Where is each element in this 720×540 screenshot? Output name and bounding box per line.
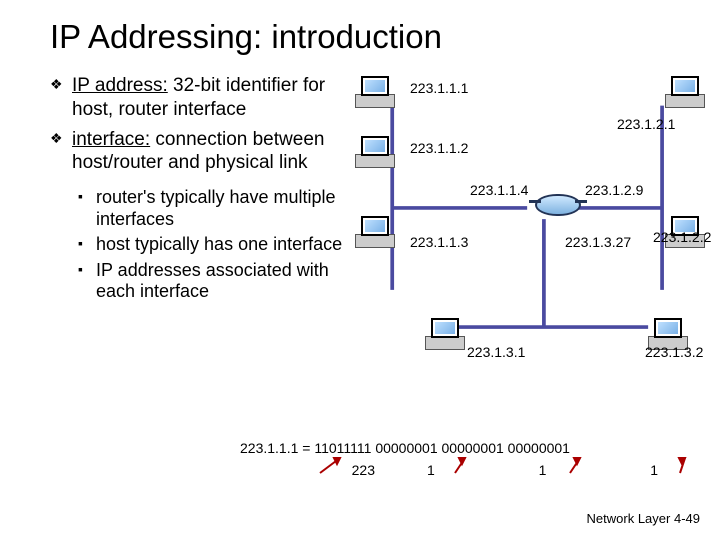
host-left-1: [355, 76, 397, 112]
octet-3: 1: [487, 462, 599, 478]
octet-2: 1: [375, 462, 487, 478]
label-223-1-2-2: 223.1.2.2: [653, 229, 711, 245]
label-223-1-3-27: 223.1.3.27: [565, 234, 631, 250]
label-223-1-1-3: 223.1.1.3: [410, 234, 468, 250]
slide-title: IP Addressing: introduction: [50, 18, 690, 56]
octet-4: 1: [598, 462, 710, 478]
subbullet-1: router's typically have multiple interfa…: [78, 187, 345, 230]
decimal-octets: 223 1 1 1: [240, 462, 710, 478]
host-bottom-left: [425, 318, 467, 354]
octet-1: 223: [240, 462, 375, 478]
binary-breakdown: 223.1.1.1 = 11011111 00000001 00000001 0…: [240, 440, 710, 456]
bullet-ip-address: IP address: 32-bit identifier for host, …: [50, 74, 345, 122]
footer-page: 4-49: [674, 511, 700, 526]
label-223-1-1-1: 223.1.1.1: [410, 80, 468, 96]
label-223-1-2-1: 223.1.2.1: [617, 116, 675, 132]
subbullet-2: host typically has one interface: [78, 234, 345, 256]
footer-section: Network Layer: [587, 511, 671, 526]
host-left-3: [355, 216, 397, 252]
label-223-1-2-9: 223.1.2.9: [585, 182, 643, 198]
bullet-interface: interface: connection between host/route…: [50, 128, 345, 176]
label-223-1-1-2: 223.1.1.2: [410, 140, 468, 156]
host-left-2: [355, 136, 397, 172]
slide-footer: Network Layer 4-49: [587, 511, 700, 526]
subbullet-3: IP addresses associated with each interf…: [78, 260, 345, 303]
router-icon: [535, 194, 581, 216]
term-interface: interface:: [72, 129, 150, 150]
term-ip-address: IP address:: [72, 75, 168, 96]
label-223-1-3-1: 223.1.3.1: [467, 344, 525, 360]
label-223-1-1-4: 223.1.1.4: [470, 182, 528, 198]
host-right-1: [665, 76, 707, 112]
text-column: IP address: 32-bit identifier for host, …: [50, 74, 345, 394]
label-223-1-3-2: 223.1.3.2: [645, 344, 703, 360]
network-diagram: 223.1.1.1 223.1.1.2 223.1.1.3 223.1.2.1 …: [355, 74, 690, 394]
